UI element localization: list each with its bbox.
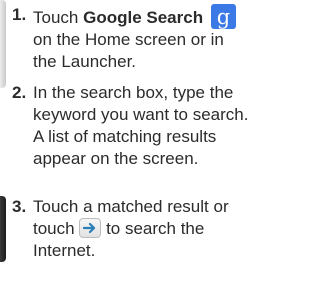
step-1-suffix: on the Home screen or in the Launcher. <box>33 30 224 71</box>
step-1-text: Touch Google Search g on the Home screen… <box>33 4 252 73</box>
step-number: 1. <box>12 5 27 24</box>
google-search-icon: g <box>210 4 236 29</box>
arrow-right-icon <box>79 218 102 238</box>
step-number: 3. <box>12 197 27 216</box>
svg-text:g: g <box>217 5 230 29</box>
screenshot-edge-bottom <box>0 196 6 262</box>
step-3: 3. Touch a matched result or touch to se… <box>12 196 252 262</box>
step-2: 2. In the search box, type the keyword y… <box>12 82 252 170</box>
step-2-note: A list of matching results appear on the… <box>33 127 217 168</box>
screenshot-edge-top <box>0 0 6 88</box>
step-1-prefix: Touch <box>33 8 84 27</box>
step-2-text: In the search box, type the keyword you … <box>33 83 249 124</box>
step-number: 2. <box>12 83 27 102</box>
step-1: 1. Touch Google Search g on the Home scr… <box>12 4 252 73</box>
step-3-text: Touch a matched result or touch to searc… <box>33 196 252 262</box>
step-1-app-name: Google Search <box>83 8 204 27</box>
step-2-body: In the search box, type the keyword you … <box>33 82 252 170</box>
